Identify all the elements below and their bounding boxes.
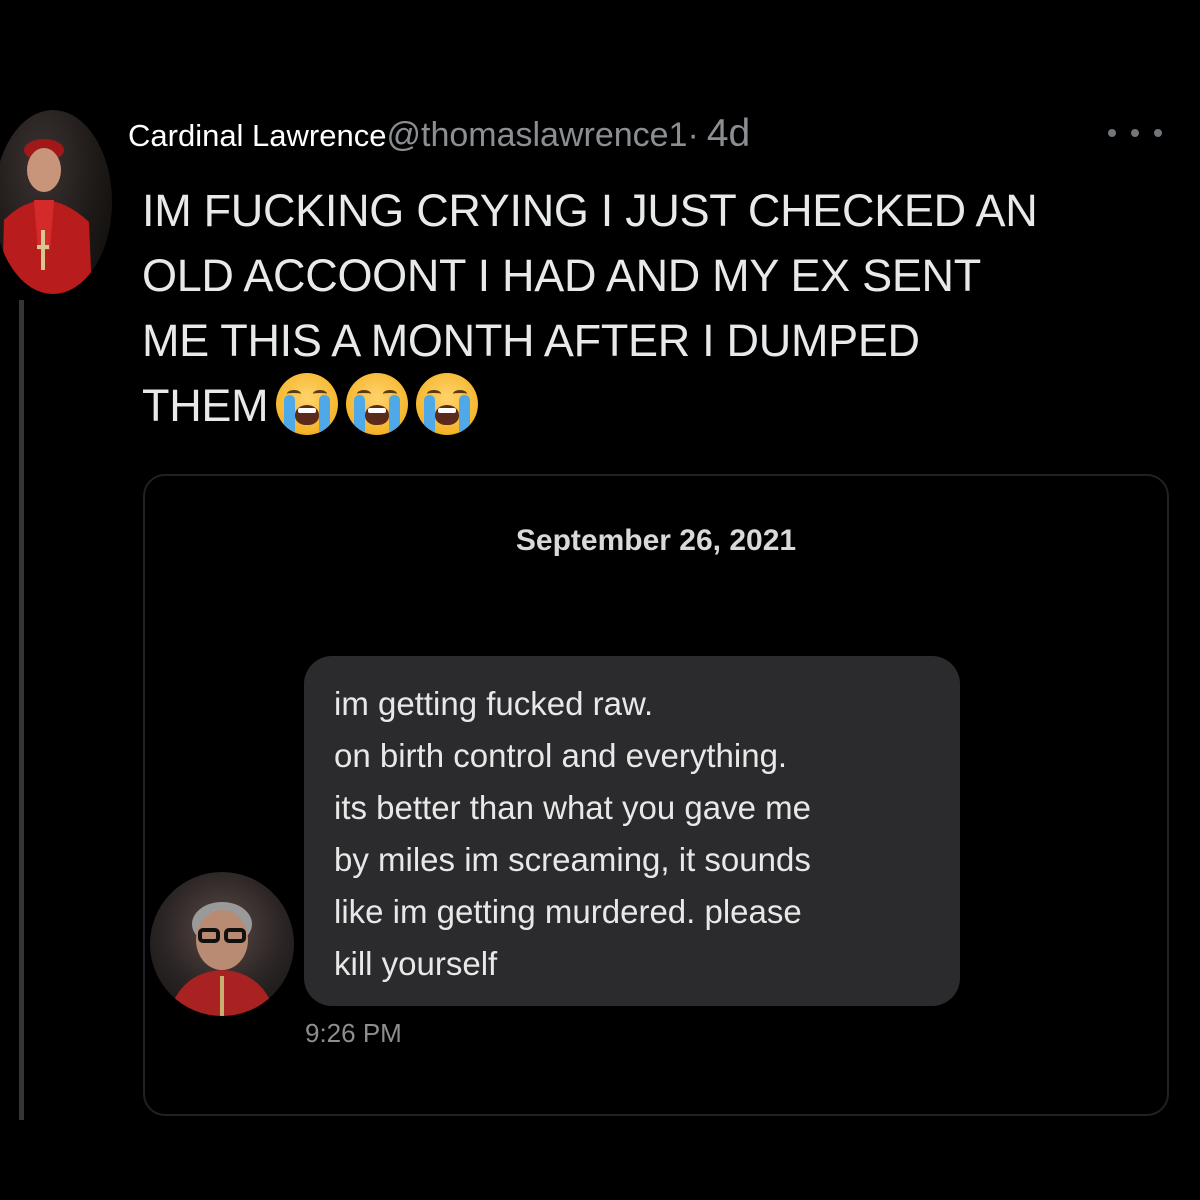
- post-header: Cardinal Lawrence @thomaslawrence1 · 4d: [128, 112, 750, 162]
- timestamp[interactable]: 4d: [707, 112, 750, 156]
- separator-dot: ·: [687, 116, 699, 154]
- embedded-screenshot[interactable]: September 26, 2021 im getting fucked raw…: [143, 474, 1169, 1116]
- message-time: 9:26 PM: [305, 1018, 402, 1048]
- loudly-crying-face-icon: [416, 373, 479, 435]
- thread-line: [19, 300, 24, 1120]
- post-text-line: OLD ACCOONT I HAD AND MY EX SENT: [142, 250, 981, 301]
- message-line: its better than what you gave me: [334, 789, 811, 826]
- author-avatar[interactable]: [0, 110, 112, 294]
- post-text: IM FUCKING CRYING I JUST CHECKED AN OLD …: [142, 178, 1182, 438]
- dot-icon: [1154, 129, 1162, 137]
- message-line: by miles im screaming, it sounds: [334, 841, 811, 878]
- message-line: on birth control and everything.: [334, 737, 788, 774]
- post-text-line-last: THEM: [142, 373, 1182, 438]
- message-line: like im getting murdered. please: [334, 893, 802, 930]
- post-text-line: ME THIS A MONTH AFTER I DUMPED: [142, 315, 920, 366]
- post-text-word: THEM: [142, 380, 269, 431]
- date-header: September 26, 2021: [515, 524, 797, 557]
- message-line: kill yourself: [334, 945, 498, 982]
- loudly-crying-face-icon: [276, 373, 339, 435]
- post-text-line: IM FUCKING CRYING I JUST CHECKED AN: [142, 185, 1038, 236]
- user-handle[interactable]: @thomaslawrence1: [386, 116, 687, 155]
- sender-avatar: [150, 872, 294, 1016]
- message-line: im getting fucked raw.: [334, 685, 654, 722]
- post-view: Cardinal Lawrence @thomaslawrence1 · 4d …: [0, 0, 1200, 1200]
- more-options-icon[interactable]: [1108, 118, 1162, 148]
- loudly-crying-face-icon: [346, 373, 409, 435]
- dot-icon: [1131, 129, 1139, 137]
- display-name[interactable]: Cardinal Lawrence: [128, 118, 386, 154]
- message-bubble: im getting fucked raw. on birth control …: [304, 656, 960, 1006]
- dot-icon: [1108, 129, 1116, 137]
